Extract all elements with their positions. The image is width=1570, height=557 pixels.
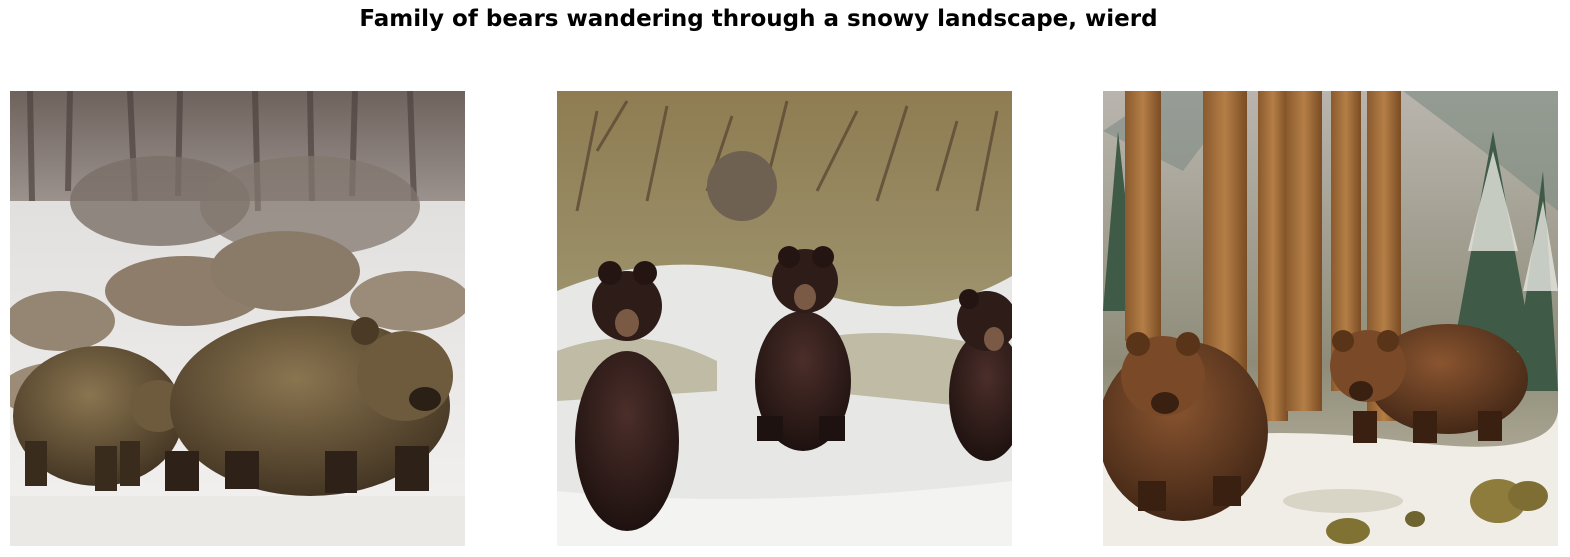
figure-title: Family of bears wandering through a snow… bbox=[359, 6, 1158, 32]
bears-snowy-meadow-image bbox=[10, 91, 465, 546]
bears-painted-forest-image bbox=[1103, 91, 1558, 546]
image-panel-2 bbox=[557, 91, 1012, 546]
image-panel-1 bbox=[10, 91, 465, 546]
image-panel-3 bbox=[1103, 91, 1558, 546]
bears-snowy-field-image bbox=[557, 91, 1012, 546]
